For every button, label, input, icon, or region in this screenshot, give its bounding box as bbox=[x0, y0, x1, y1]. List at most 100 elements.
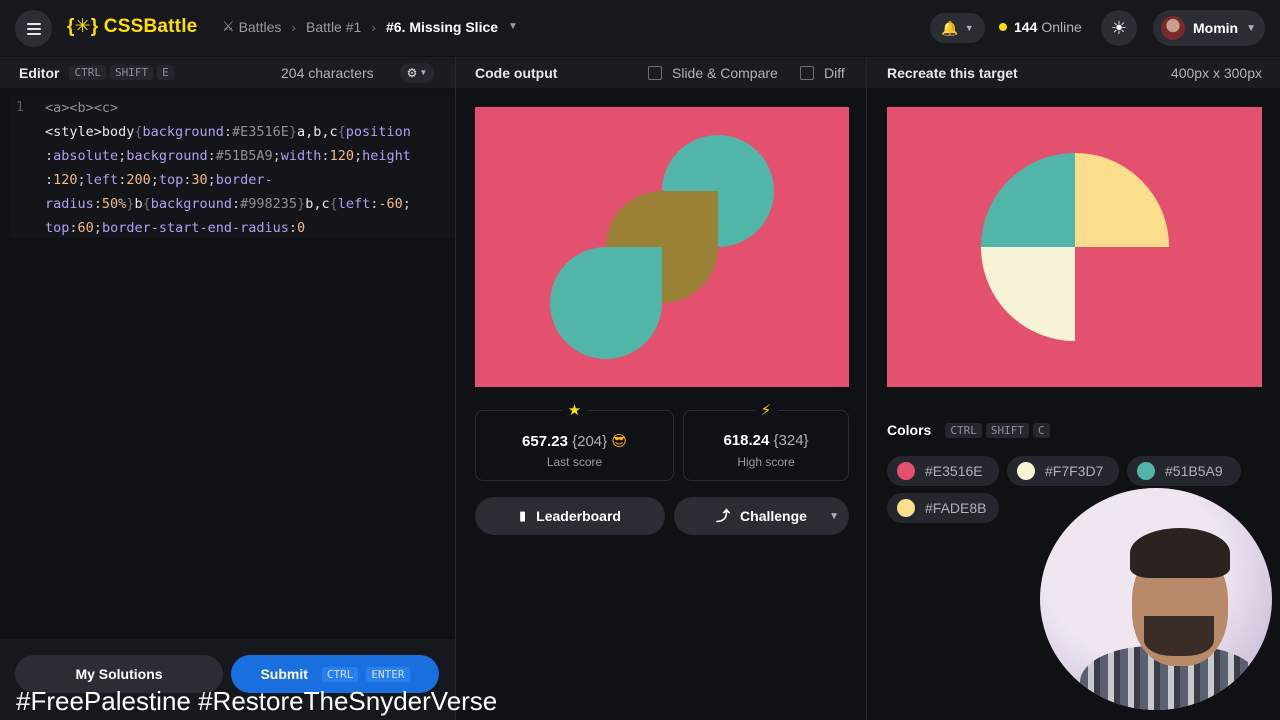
color-dot bbox=[897, 462, 915, 480]
breadcrumb-target[interactable]: #6. Missing Slice bbox=[386, 19, 498, 35]
slide-compare-label: Slide & Compare bbox=[672, 64, 778, 81]
line-number: 1 bbox=[16, 100, 24, 115]
kbd-key: CTRL bbox=[945, 422, 982, 438]
online-count: 144 bbox=[1014, 19, 1038, 35]
output-title: Code output bbox=[475, 64, 558, 81]
target-quarter-yellow bbox=[1075, 153, 1169, 247]
breadcrumb-battles[interactable]: Battles bbox=[239, 19, 282, 35]
high-score-chars: {324} bbox=[773, 432, 809, 449]
target-title: Recreate this target bbox=[887, 64, 1018, 81]
color-hex: #E3516E bbox=[925, 463, 983, 479]
breadcrumb-battle[interactable]: Battle #1 bbox=[306, 19, 361, 35]
bar-chart-icon: ▮ bbox=[519, 508, 527, 523]
high-score-value: 618.24 bbox=[723, 432, 770, 449]
color-hex: #F7F3D7 bbox=[1045, 463, 1104, 479]
webcam-person-hair bbox=[1130, 528, 1230, 578]
shape-c bbox=[550, 247, 662, 359]
colors-header: Colors CTRL SHIFT C bbox=[887, 422, 1050, 438]
checkbox[interactable] bbox=[800, 65, 814, 80]
code-text[interactable]: <a><b><c> <style>body{background:#E3516E}… bbox=[45, 96, 455, 240]
target-quarter-cream bbox=[981, 247, 1075, 341]
slide-compare-toggle[interactable]: Slide & Compare bbox=[648, 65, 778, 81]
code-line[interactable]: <style>body{background:#E3516E}a,b,c{pos… bbox=[45, 120, 455, 144]
user-name: Momin bbox=[1193, 20, 1239, 36]
code-line[interactable]: top:60;border-start-end-radius:0 bbox=[45, 216, 455, 240]
kbd-key: E bbox=[157, 65, 174, 80]
kbd-key: CTRL bbox=[69, 65, 106, 80]
star-icon: ★ bbox=[561, 401, 588, 419]
challenge-label: Challenge bbox=[740, 508, 807, 524]
notifications-button[interactable]: 🔔 ▼ bbox=[930, 13, 985, 43]
online-label: Online bbox=[1041, 19, 1082, 35]
kbd-key: SHIFT bbox=[985, 422, 1029, 438]
code-output-canvas[interactable] bbox=[475, 107, 849, 387]
online-dot-icon bbox=[999, 23, 1007, 31]
code-line[interactable]: radius:50%}b{background:#998235}b,c{left… bbox=[45, 192, 455, 216]
last-score-card: ★ 657.23 {204} 😎 Last score bbox=[475, 401, 674, 481]
breadcrumb: ⚔ Battles › Battle #1 › #6. Missing Slic… bbox=[222, 18, 518, 35]
user-menu[interactable]: Momin ▼ bbox=[1153, 10, 1265, 46]
webcam-overlay bbox=[1040, 488, 1272, 710]
kbd-key: ENTER bbox=[366, 666, 410, 682]
code-line[interactable]: :absolute;background:#51B5A9;width:120;h… bbox=[45, 144, 455, 168]
colors-title: Colors bbox=[887, 422, 932, 438]
chevron-down-icon[interactable]: ▼ bbox=[508, 21, 518, 32]
leaderboard-label: Leaderboard bbox=[536, 508, 621, 524]
gear-icon: ⚙ bbox=[406, 65, 418, 80]
code-line[interactable]: :120;left:200;top:30;border- bbox=[45, 168, 455, 192]
last-score: 657.23 {204} 😎 bbox=[476, 432, 673, 450]
chevron-down-icon: ▼ bbox=[419, 68, 428, 77]
bell-icon: 🔔 bbox=[941, 19, 959, 36]
swords-icon: ⚔ bbox=[222, 18, 235, 34]
high-score-card: ⚡ 618.24 {324} High score bbox=[683, 401, 849, 481]
color-swatch[interactable]: #51B5A9 bbox=[1127, 456, 1241, 486]
diff-toggle[interactable]: Diff bbox=[800, 65, 845, 81]
color-hex: #51B5A9 bbox=[1165, 463, 1223, 479]
challenge-button[interactable]: ⤴ Challenge ▼ bbox=[674, 497, 849, 535]
chevron-down-icon[interactable]: ▼ bbox=[829, 511, 839, 522]
cssbattle-logo[interactable]: {✳} CSSBattle bbox=[67, 15, 197, 38]
panel-divider[interactable] bbox=[455, 57, 456, 720]
share-icon: ⤴ bbox=[716, 508, 731, 524]
kbd-key: C bbox=[1032, 422, 1050, 438]
hashtag-overlay: #FreePalestine #RestoreTheSnyderVerse bbox=[16, 686, 498, 716]
kbd-key: SHIFT bbox=[109, 65, 154, 80]
menu-button[interactable] bbox=[15, 10, 52, 47]
code-line[interactable]: <a><b><c> bbox=[45, 96, 455, 120]
color-dot bbox=[897, 499, 915, 517]
target-size: 400px x 300px bbox=[1170, 64, 1262, 81]
chevron-down-icon: ▼ bbox=[964, 23, 974, 33]
last-score-label: Last score bbox=[546, 455, 603, 469]
kbd-key: CTRL bbox=[321, 666, 359, 682]
lightning-icon: ⚡ bbox=[754, 401, 778, 419]
webcam-person-beard bbox=[1144, 616, 1214, 656]
panel-divider[interactable] bbox=[866, 57, 867, 720]
top-bar: {✳} CSSBattle ⚔ Battles › Battle #1 › #6… bbox=[0, 0, 1280, 56]
editor-header: Editor CTRL SHIFT E 204 characters ⚙ ▼ bbox=[0, 57, 455, 88]
chevron-right-icon: › bbox=[291, 18, 297, 35]
color-swatch[interactable]: #FADE8B bbox=[887, 493, 999, 523]
color-swatch[interactable]: #E3516E bbox=[887, 456, 999, 486]
checkbox[interactable] bbox=[648, 65, 662, 80]
online-status: 144 Online bbox=[999, 19, 1082, 35]
char-count: 204 characters bbox=[281, 64, 374, 81]
leaderboard-button[interactable]: ▮ Leaderboard bbox=[475, 497, 665, 535]
color-swatch[interactable]: #F7F3D7 bbox=[1007, 456, 1119, 486]
color-dot bbox=[1017, 462, 1035, 480]
last-score-chars: {204} bbox=[572, 433, 608, 450]
target-canvas bbox=[887, 107, 1262, 387]
color-hex: #FADE8B bbox=[925, 500, 987, 516]
theme-toggle-button[interactable]: ☀ bbox=[1101, 10, 1137, 46]
code-editor[interactable]: 1 <a><b><c> <style>body{background:#E3516… bbox=[10, 96, 455, 238]
emoji-icon: 😎 bbox=[611, 433, 627, 450]
color-dot bbox=[1137, 462, 1155, 480]
chevron-right-icon: › bbox=[371, 18, 376, 35]
settings-button[interactable]: ⚙ ▼ bbox=[400, 62, 434, 83]
high-score-label: High score bbox=[737, 455, 795, 469]
diff-label: Diff bbox=[824, 64, 845, 81]
submit-label: Submit bbox=[260, 666, 308, 682]
target-quarter-teal bbox=[981, 153, 1075, 247]
avatar bbox=[1161, 16, 1185, 40]
sun-icon: ☀ bbox=[1110, 17, 1128, 38]
last-score-value: 657.23 bbox=[522, 433, 568, 450]
